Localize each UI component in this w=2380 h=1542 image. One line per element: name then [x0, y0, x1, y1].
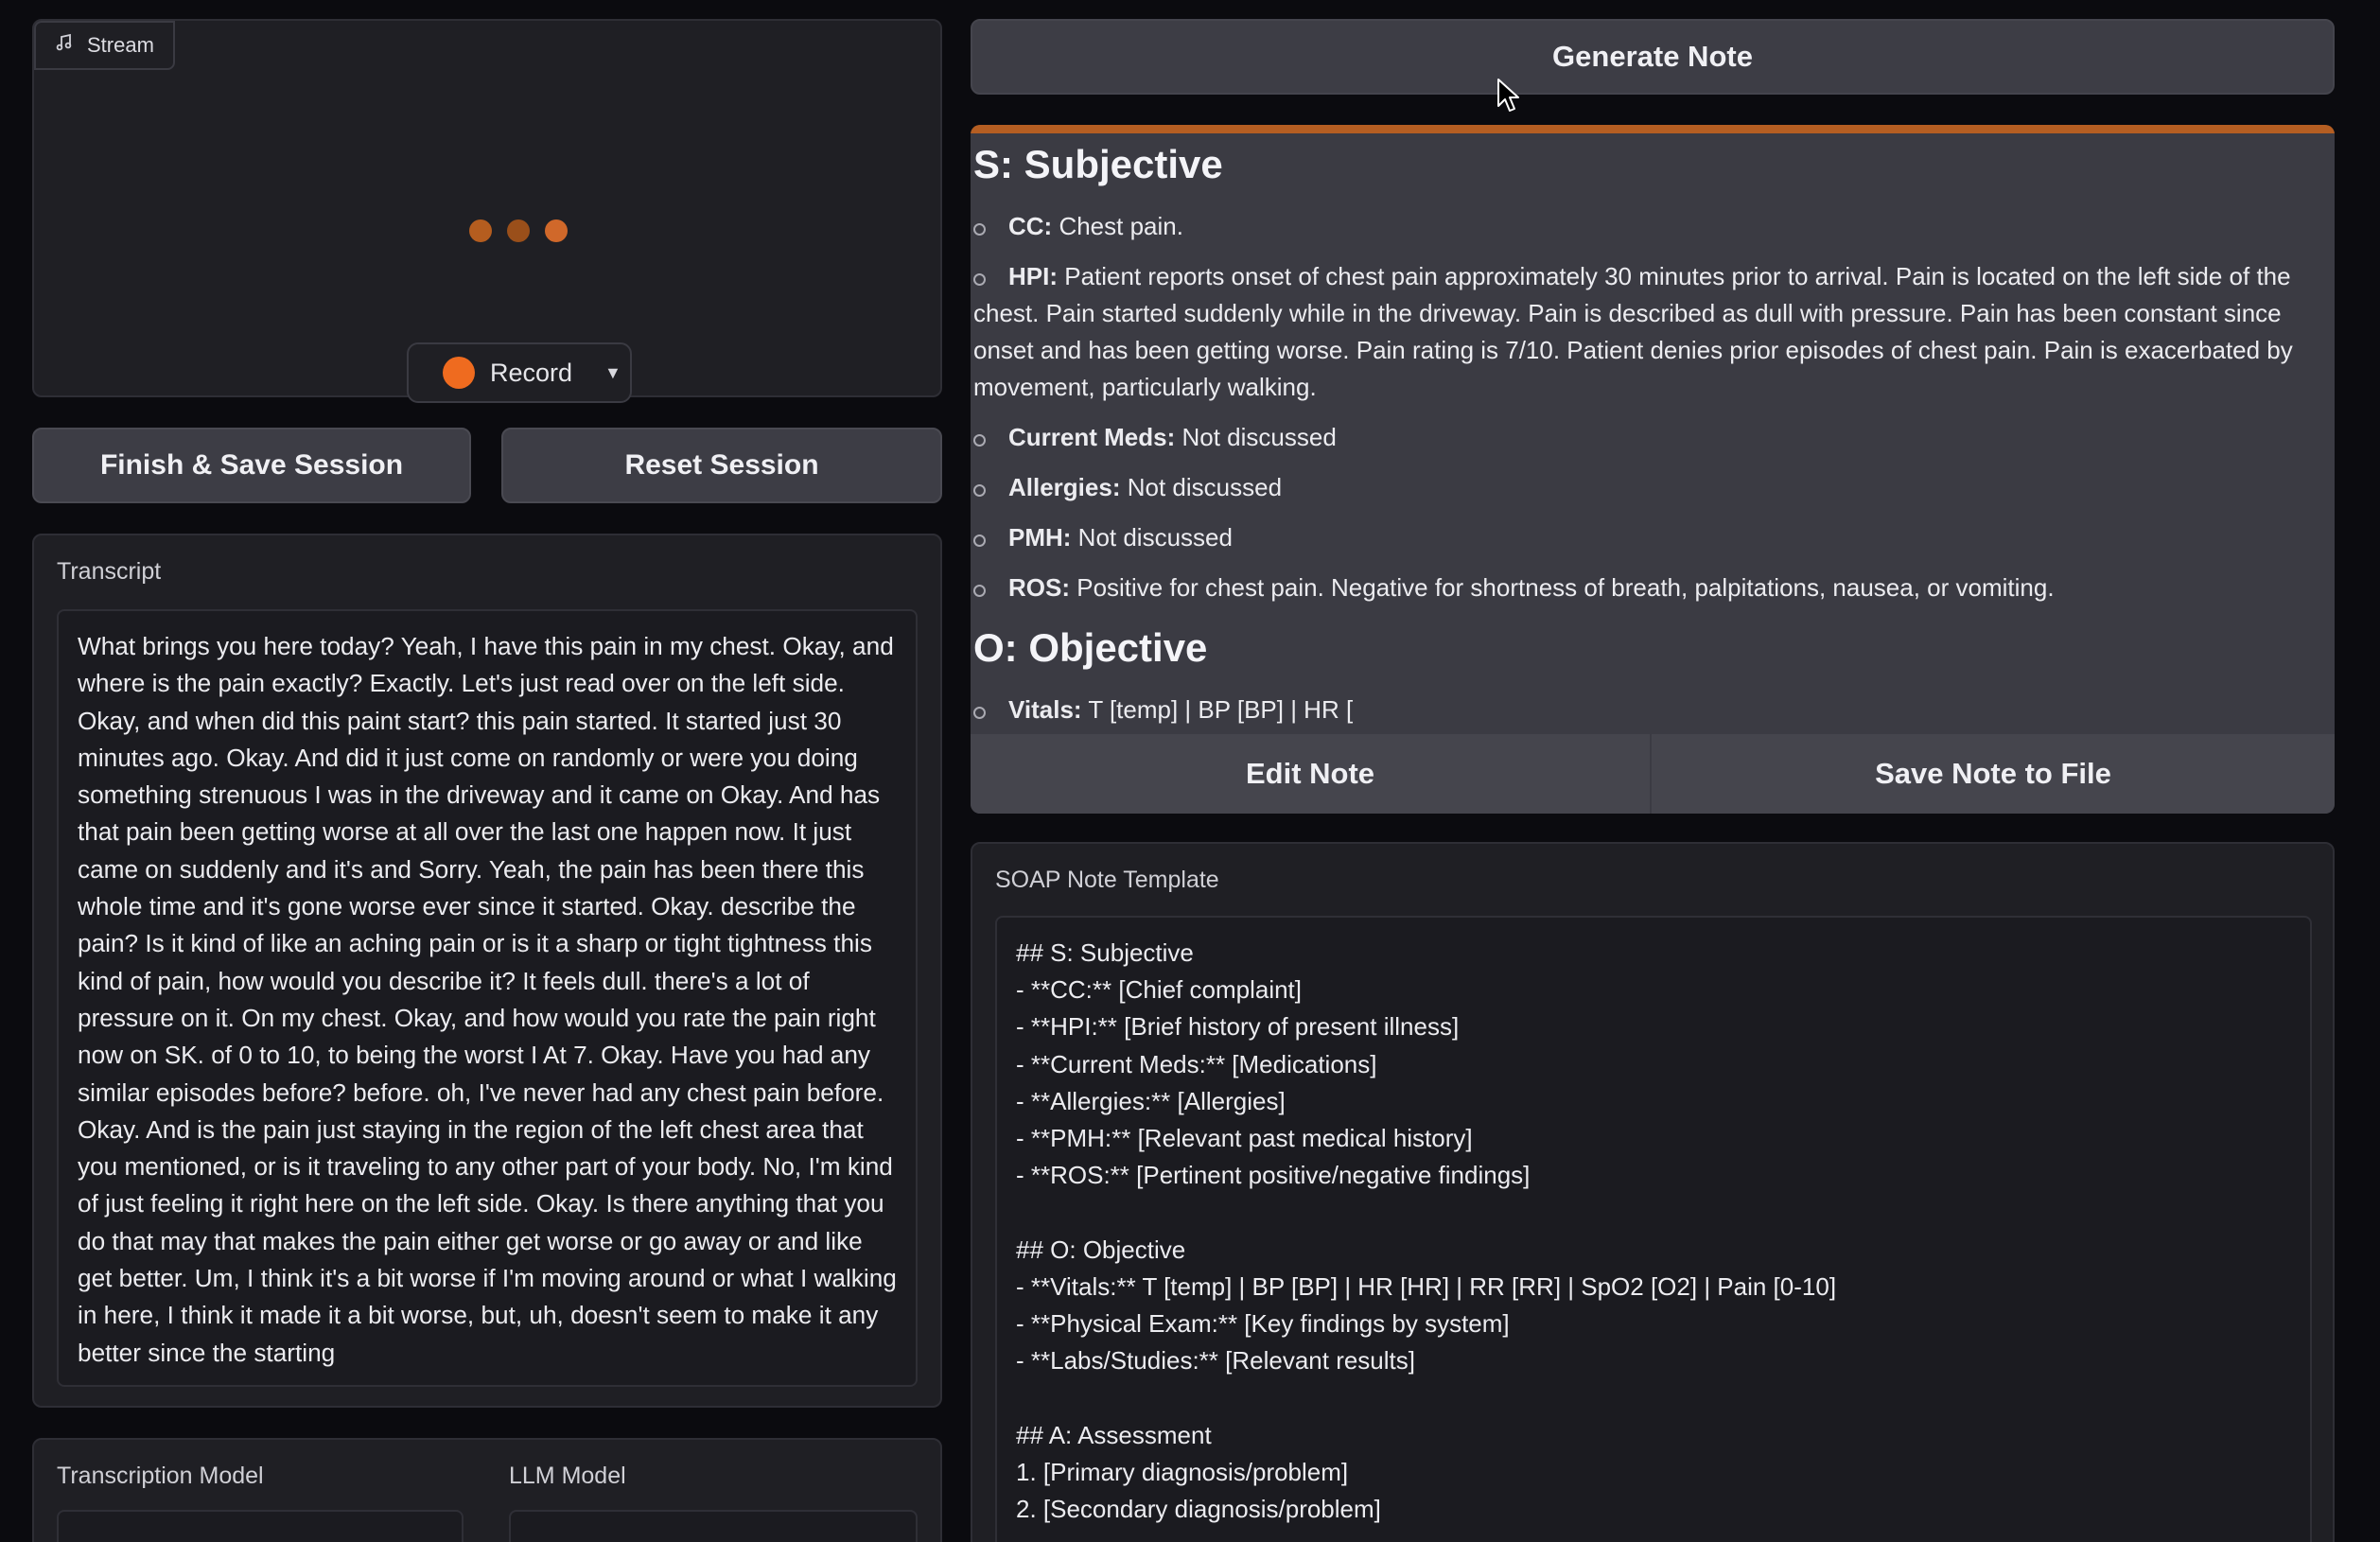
loading-dot — [545, 219, 568, 242]
note-item-key: Current Meds: — [1008, 423, 1176, 451]
stream-tab[interactable]: Stream — [34, 21, 175, 70]
llm-model-dropdown[interactable] — [509, 1510, 918, 1542]
audio-stream-panel: Stream Record ▼ — [32, 19, 942, 403]
subjective-heading: S: Subjective — [973, 142, 1223, 186]
llm-model-label: LLM Model — [509, 1463, 626, 1489]
note-item-value: Patient reports onset of chest pain appr… — [973, 262, 2293, 401]
soap-note-content: S: Subjective CC: Chest pain. HPI: Patie… — [973, 132, 2330, 738]
transcript-textarea[interactable]: What brings you here today? Yeah, I have… — [57, 609, 918, 1387]
loading-dot — [507, 219, 530, 242]
generate-note-button[interactable]: Generate Note — [971, 19, 2335, 95]
note-item-hpi: HPI: Patient reports onset of chest pain… — [973, 258, 2330, 406]
note-item-key: ROS: — [1008, 573, 1070, 602]
finish-save-session-button[interactable]: Finish & Save Session — [32, 428, 471, 503]
transcript-label: Transcript — [57, 558, 162, 585]
save-note-to-file-button[interactable]: Save Note to File — [1652, 734, 2335, 814]
music-note-icon — [55, 33, 74, 58]
note-item-value: Chest pain. — [1052, 212, 1183, 240]
record-label: Record — [490, 358, 573, 387]
objective-heading: O: Objective — [973, 625, 1208, 670]
model-settings-panel: Transcription Model LLM Model — [32, 1438, 942, 1542]
note-item-key: HPI: — [1008, 262, 1058, 290]
note-item-key: Vitals: — [1008, 695, 1082, 724]
note-item-vitals: Vitals: T [temp] | BP [BP] | HR [ — [973, 692, 2330, 728]
stream-tab-label: Stream — [87, 33, 154, 57]
transcription-model-dropdown[interactable] — [57, 1510, 464, 1542]
note-item-value: Not discussed — [1175, 423, 1337, 451]
loading-indicator — [469, 219, 568, 242]
note-item-value: T [temp] | BP [BP] | HR [ — [1081, 695, 1354, 724]
soap-template-panel: SOAP Note Template ## S: Subjective - **… — [971, 842, 2335, 1542]
soap-note-panel: S: Subjective CC: Chest pain. HPI: Patie… — [971, 125, 2335, 814]
note-item-key: CC: — [1008, 212, 1053, 240]
note-item-allergies: Allergies: Not discussed — [973, 469, 2330, 506]
note-item-current-meds: Current Meds: Not discussed — [973, 419, 2330, 456]
transcription-model-label: Transcription Model — [57, 1463, 264, 1489]
app-window: Stream Record ▼ Finish & Save Session Re… — [0, 0, 2380, 1542]
transcript-panel: Transcript What brings you here today? Y… — [32, 534, 942, 1408]
objective-list: Vitals: T [temp] | BP [BP] | HR [ — [973, 692, 2330, 728]
chevron-down-icon[interactable]: ▼ — [604, 363, 621, 383]
note-item-value: Not discussed — [1071, 523, 1233, 552]
note-item-key: PMH: — [1008, 523, 1072, 552]
record-button[interactable]: Record ▼ — [407, 342, 632, 403]
mouse-cursor-icon — [1496, 78, 1521, 118]
soap-template-label: SOAP Note Template — [995, 867, 1219, 893]
note-item-value: Positive for chest pain. Negative for sh… — [1070, 573, 2055, 602]
soap-template-textarea[interactable]: ## S: Subjective - **CC:** [Chief compla… — [995, 916, 2312, 1542]
edit-note-button[interactable]: Edit Note — [971, 734, 1650, 814]
reset-session-button[interactable]: Reset Session — [501, 428, 942, 503]
note-item-value: Not discussed — [1120, 473, 1283, 501]
note-item-pmh: PMH: Not discussed — [973, 519, 2330, 556]
note-item-key: Allergies: — [1008, 473, 1121, 501]
subjective-list: CC: Chest pain. HPI: Patient reports ons… — [973, 208, 2330, 606]
note-item-ros: ROS: Positive for chest pain. Negative f… — [973, 569, 2330, 606]
note-item-cc: CC: Chest pain. — [973, 208, 2330, 245]
record-dot-icon — [443, 357, 475, 389]
loading-dot — [469, 219, 492, 242]
